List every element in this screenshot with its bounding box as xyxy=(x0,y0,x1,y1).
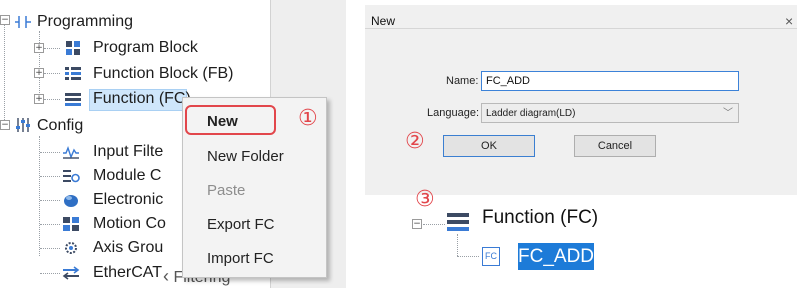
name-input[interactable]: FC_ADD xyxy=(481,71,739,91)
expand-icon[interactable]: + xyxy=(34,43,44,53)
program-block-icon xyxy=(66,41,80,55)
tree-line xyxy=(457,256,479,257)
tree-line xyxy=(39,31,40,103)
tree-item-program-block[interactable]: Program Block xyxy=(93,39,198,57)
new-dialog xyxy=(365,5,797,195)
tree-item-axis-group[interactable]: Axis Grou xyxy=(93,239,163,257)
tree-line xyxy=(40,273,60,274)
axis-group-icon xyxy=(65,242,77,254)
tree-item-input-filter[interactable]: Input Filte xyxy=(93,143,163,161)
menu-item-import-fc[interactable]: Import FC xyxy=(183,242,326,276)
close-icon[interactable]: × xyxy=(785,13,793,29)
motion-control-icon xyxy=(63,217,79,231)
tree-line xyxy=(40,200,60,201)
tree-line xyxy=(457,234,458,256)
tree-item-motion-control[interactable]: Motion Co xyxy=(93,215,166,233)
language-label: Language: xyxy=(427,107,479,119)
menu-item-export-fc[interactable]: Export FC xyxy=(183,208,326,242)
chevron-down-icon[interactable]: ﹀ xyxy=(723,104,733,119)
function-block-icon xyxy=(65,67,81,80)
tree-line xyxy=(40,152,60,153)
expand-icon[interactable]: + xyxy=(34,68,44,78)
electronic-cam-icon xyxy=(64,195,78,207)
tree-line xyxy=(40,224,60,225)
menu-item-label: Import FC xyxy=(207,250,274,267)
ethercat-icon xyxy=(62,266,80,280)
tree-line xyxy=(44,48,60,49)
module-config-icon xyxy=(63,170,80,183)
tree-line xyxy=(44,99,60,100)
tree-item-function-block[interactable]: Function Block (FB) xyxy=(93,65,233,83)
collapse-icon[interactable]: − xyxy=(0,120,10,130)
collapse-icon[interactable]: − xyxy=(412,219,422,229)
fc-file-icon: FC xyxy=(482,247,500,266)
step-three-marker: ③ xyxy=(415,187,435,212)
tree-line xyxy=(423,224,445,225)
dialog-title: New xyxy=(371,14,396,28)
tree-item-ethercat[interactable]: EtherCAT xyxy=(93,264,162,282)
function-icon xyxy=(65,93,81,106)
expand-icon[interactable]: + xyxy=(34,94,44,104)
programming-icon xyxy=(15,16,31,28)
cancel-button[interactable]: Cancel xyxy=(574,135,656,157)
collapse-icon[interactable]: − xyxy=(0,15,10,25)
language-select[interactable]: Ladder diagram(LD) xyxy=(481,103,739,123)
name-label: Name: xyxy=(446,75,479,87)
input-filter-icon xyxy=(63,145,79,159)
tree-item-config[interactable]: Config xyxy=(37,117,83,135)
menu-item-label: Paste xyxy=(207,182,246,199)
step-one-marker: ① xyxy=(298,106,318,131)
menu-item-paste: Paste xyxy=(183,174,326,208)
ok-button[interactable]: OK xyxy=(443,135,535,157)
tree-line xyxy=(40,248,60,249)
tree-line xyxy=(4,20,5,120)
tree-item-function-fc-result[interactable]: Function (FC) xyxy=(482,207,598,229)
dialog-header-divider xyxy=(365,28,797,29)
menu-item-label: Export FC xyxy=(207,216,275,233)
config-icon xyxy=(16,118,30,132)
menu-item-label: New Folder xyxy=(207,148,284,165)
tree-line xyxy=(40,176,60,177)
function-icon xyxy=(447,213,469,231)
step-two-marker: ② xyxy=(405,129,425,154)
tree-item-function-fc[interactable]: Function (FC) xyxy=(93,90,191,108)
tree-item-programming[interactable]: Programming xyxy=(37,13,133,31)
tree-item-module-config[interactable]: Module C xyxy=(93,167,161,185)
tree-line xyxy=(39,136,40,256)
new-highlight-box xyxy=(185,105,276,135)
tree-item-fc-add[interactable]: FC_ADD xyxy=(518,243,594,270)
tree-item-electronic-cam[interactable]: Electronic xyxy=(93,191,163,209)
menu-item-new-folder[interactable]: New Folder xyxy=(183,140,326,174)
tree-line xyxy=(44,73,60,74)
